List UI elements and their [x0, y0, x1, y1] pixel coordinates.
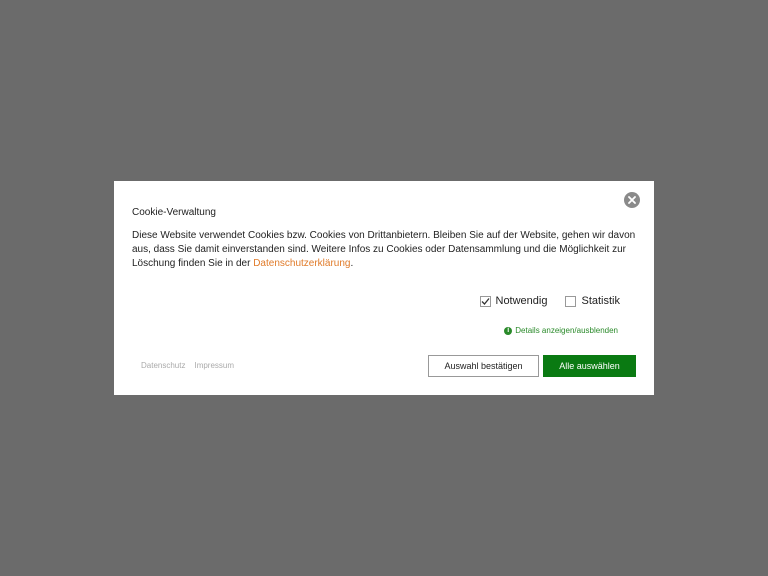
description-text: Diese Website verwendet Cookies bzw. Coo…	[132, 230, 636, 269]
option-notwendig[interactable]: Notwendig	[479, 295, 548, 307]
close-button[interactable]	[624, 192, 640, 208]
privacy-policy-link[interactable]: Datenschutzerklärung	[253, 258, 350, 269]
footer-privacy-link[interactable]: Datenschutz	[141, 361, 185, 370]
info-icon: i	[504, 326, 513, 335]
details-toggle[interactable]: i Details anzeigen/ausblenden	[504, 326, 618, 335]
checkbox-notwendig[interactable]	[479, 295, 491, 307]
cookie-options: Notwendig Statistik	[479, 295, 620, 307]
checkmark-icon	[481, 297, 490, 305]
description-end: .	[350, 258, 354, 269]
dialog-title: Cookie-Verwaltung	[132, 207, 216, 218]
confirm-selection-button[interactable]: Auswahl bestätigen	[428, 355, 539, 377]
option-statistik[interactable]: Statistik	[565, 295, 620, 307]
checkbox-statistik[interactable]	[565, 295, 577, 307]
details-label: Details anzeigen/ausblenden	[515, 326, 618, 335]
footer-imprint-link[interactable]: Impressum	[194, 361, 234, 370]
option-label-notwendig: Notwendig	[495, 295, 548, 307]
footer-links: Datenschutz Impressum	[141, 361, 234, 370]
close-icon	[628, 196, 636, 204]
cookie-dialog: Cookie-Verwaltung Diese Website verwende…	[114, 181, 654, 395]
dialog-description: Diese Website verwendet Cookies bzw. Coo…	[132, 229, 640, 271]
select-all-button[interactable]: Alle auswählen	[543, 355, 636, 377]
option-label-statistik: Statistik	[581, 295, 620, 307]
